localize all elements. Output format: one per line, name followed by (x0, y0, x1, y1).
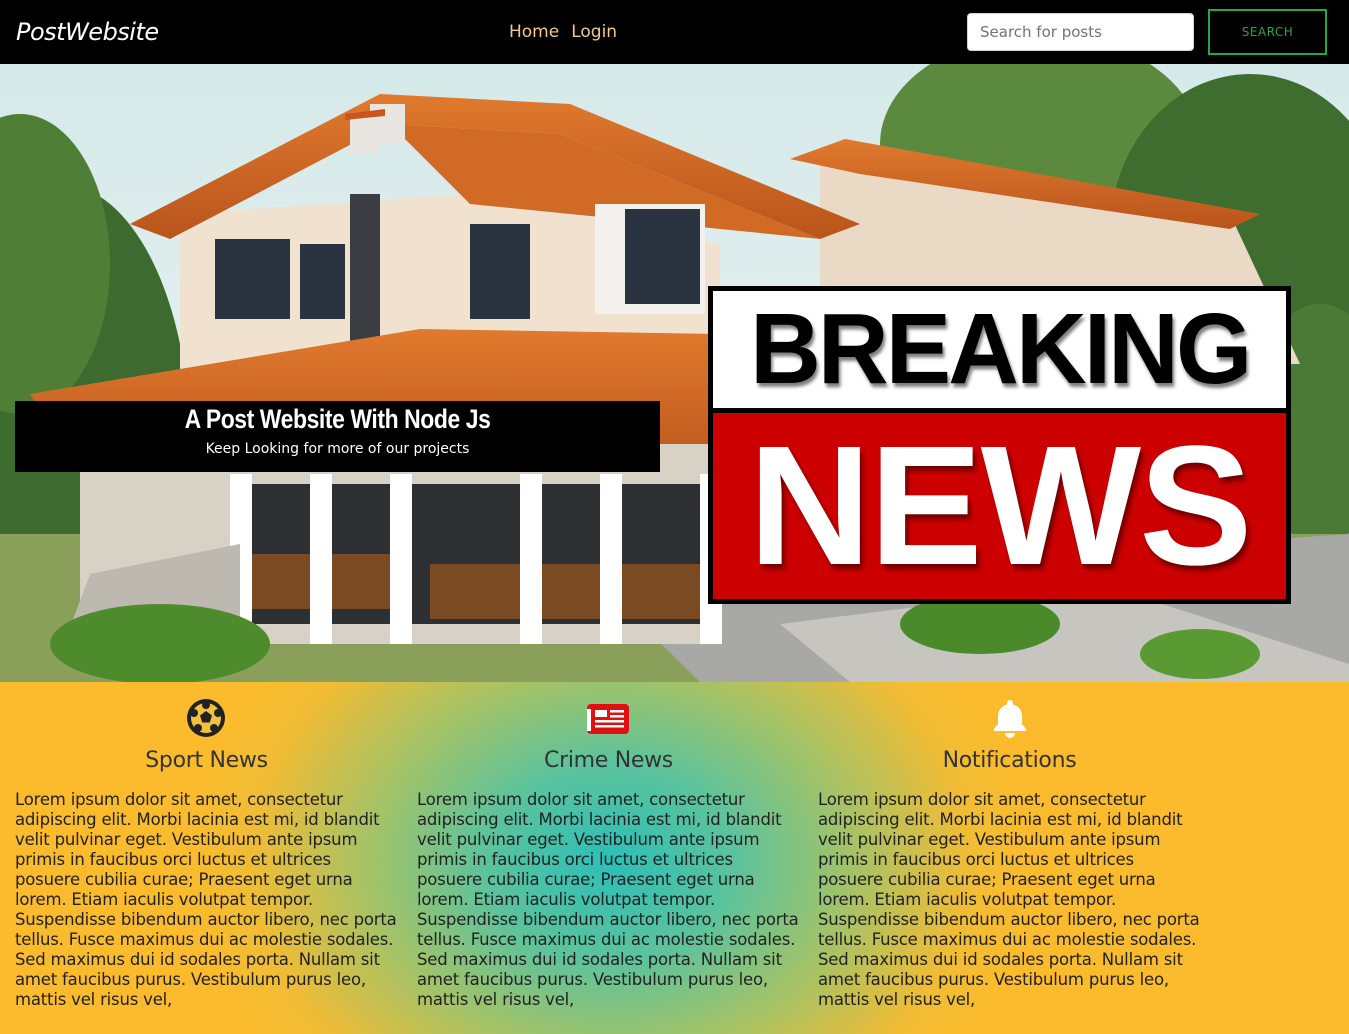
breaking-news-banner: BREAKING NEWS (708, 286, 1291, 604)
feature-text: Lorem ipsum dolor sit amet, consectetur … (417, 790, 799, 1009)
feature-text: Lorem ipsum dolor sit amet, consectetur … (15, 790, 397, 1009)
search-input[interactable] (967, 13, 1194, 51)
nav-links: Home Login (509, 22, 629, 42)
caption-title: A Post Website With Node Js (184, 404, 491, 434)
feature-title: Sport News (145, 748, 268, 773)
nav-link-login[interactable]: Login (571, 22, 617, 42)
breaking-label-box: BREAKING (713, 291, 1286, 408)
carousel-caption: A Post Website With Node Js Keep Looking… (15, 401, 660, 472)
brand-logo[interactable]: PostWebsite (16, 18, 159, 46)
news-label: NEWS (748, 411, 1253, 601)
soccer-ball-icon (187, 699, 225, 737)
bell-icon (994, 700, 1026, 738)
newspaper-icon (587, 704, 629, 734)
breaking-label: BREAKING (749, 293, 1252, 405)
nav-link-home[interactable]: Home (509, 22, 559, 42)
navbar: PostWebsite Home Login SEARCH (0, 0, 1349, 64)
caption-subtitle: Keep Looking for more of our projects (205, 441, 470, 457)
news-label-box: NEWS (713, 411, 1286, 601)
feature-title: Crime News (544, 748, 673, 773)
hero-carousel: A Post Website With Node Js Keep Looking… (0, 64, 1349, 682)
features-section: Sport News Lorem ipsum dolor sit amet, c… (0, 682, 1349, 1034)
feature-title: Notifications (942, 748, 1077, 773)
feature-text: Lorem ipsum dolor sit amet, consectetur … (818, 790, 1200, 1009)
search-button[interactable]: SEARCH (1208, 9, 1327, 55)
